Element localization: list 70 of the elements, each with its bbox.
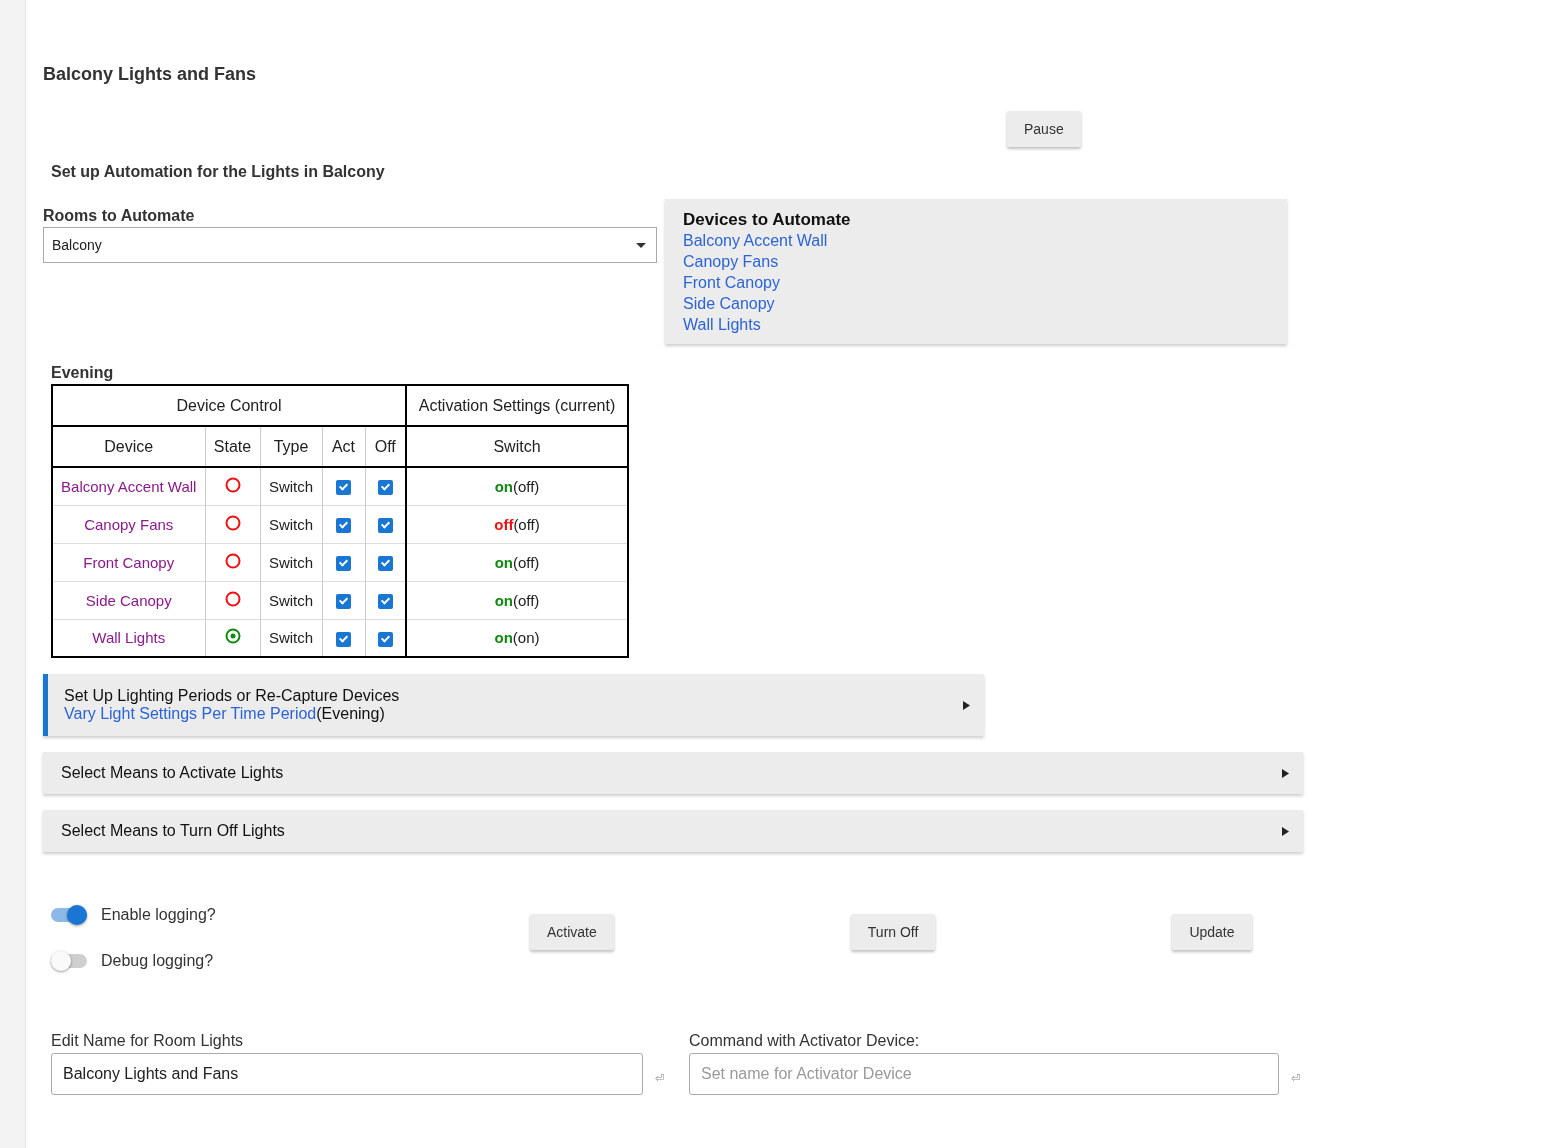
column-header: State bbox=[205, 426, 260, 467]
section-title: Select Means to Turn Off Lights bbox=[61, 822, 285, 840]
panel-title: Devices to Automate bbox=[683, 210, 852, 230]
collapsible-section[interactable]: Select Means to Activate Lights bbox=[43, 752, 1303, 794]
device-link[interactable]: Canopy Fans bbox=[683, 251, 779, 272]
section-heading: Set up Automation for the Lights in Balcony bbox=[51, 163, 386, 181]
section-title: Set Up Lighting Periods or Re-Capture Devices bbox=[64, 687, 400, 705]
table-cell: Switch bbox=[260, 581, 322, 619]
table-header: Activation Settings (current) bbox=[406, 385, 628, 426]
period-link[interactable]: Vary Light Settings Per Time Period bbox=[64, 705, 317, 722]
device-link[interactable]: Front Canopy bbox=[83, 553, 175, 571]
table-cell: Switch bbox=[260, 543, 322, 581]
table-cell: Switch bbox=[260, 467, 322, 505]
section-title: Select Means to Activate Lights bbox=[61, 764, 284, 782]
field-label: Rooms to Automate bbox=[43, 207, 196, 225]
field-label: Command with Activator Device: bbox=[689, 1032, 921, 1050]
collapsible-section[interactable]: Select Means to Turn Off Lights bbox=[43, 810, 1303, 852]
pause-button[interactable]: Pause bbox=[1007, 111, 1081, 147]
toggle-switch[interactable] bbox=[51, 954, 87, 968]
expand-triangle-icon bbox=[1282, 826, 1289, 836]
checkbox[interactable] bbox=[336, 593, 351, 609]
setting-text: on(off) bbox=[494, 477, 540, 495]
toggle-label: Enable logging? bbox=[101, 906, 216, 924]
device-link[interactable]: Balcony Accent Wall bbox=[61, 477, 197, 495]
table-cell: Switch bbox=[260, 619, 322, 657]
enter-mark: ⏎ bbox=[655, 1071, 664, 1085]
column-header: Device bbox=[52, 426, 205, 467]
checkbox[interactable] bbox=[377, 555, 393, 571]
action-button[interactable]: Update bbox=[1172, 914, 1252, 950]
column-header: Type bbox=[260, 426, 322, 467]
device-link[interactable]: Wall Lights bbox=[92, 629, 166, 647]
rooms-dropdown[interactable]: Balcony bbox=[43, 227, 657, 263]
device-link[interactable]: Wall Lights bbox=[683, 314, 761, 335]
action-button[interactable]: Turn Off bbox=[850, 914, 936, 950]
checkbox[interactable] bbox=[377, 480, 393, 495]
column-header: Act bbox=[322, 426, 365, 467]
section-subtitle: Vary Light Settings Per Time Period(Evening) bbox=[64, 705, 386, 723]
device-link[interactable]: Canopy Fans bbox=[84, 515, 174, 533]
page-title: Balcony Lights and Fans bbox=[43, 64, 258, 85]
setting-text: off(off) bbox=[494, 515, 540, 533]
checkbox[interactable] bbox=[377, 631, 393, 647]
checkbox[interactable] bbox=[336, 631, 351, 647]
setting-text: on(off) bbox=[494, 553, 540, 571]
column-header: Off bbox=[365, 426, 406, 467]
device-link[interactable]: Side Canopy bbox=[683, 293, 775, 314]
enter-mark: ⏎ bbox=[1291, 1071, 1300, 1085]
setting-text: on(on) bbox=[494, 629, 540, 647]
checkbox[interactable] bbox=[336, 555, 351, 571]
device-link[interactable]: Side Canopy bbox=[85, 591, 172, 609]
table-header: Device Control bbox=[52, 385, 406, 426]
toggle-switch[interactable] bbox=[51, 908, 87, 922]
checkbox[interactable] bbox=[377, 593, 393, 609]
text-input[interactable]: Balcony Lights and Fans bbox=[51, 1053, 643, 1095]
column-header: Switch bbox=[406, 426, 628, 467]
table-cell: Switch bbox=[260, 505, 322, 543]
device-link[interactable]: Front Canopy bbox=[683, 272, 780, 293]
text-input[interactable]: Set name for Activator Device bbox=[689, 1053, 1279, 1095]
setting-text: on(off) bbox=[494, 591, 540, 609]
period-label: Evening bbox=[51, 364, 115, 382]
device-link[interactable]: Balcony Accent Wall bbox=[683, 230, 828, 251]
field-label: Edit Name for Room Lights bbox=[51, 1032, 245, 1050]
toggle-label: Debug logging? bbox=[101, 952, 214, 970]
checkbox[interactable] bbox=[336, 517, 351, 533]
checkbox[interactable] bbox=[336, 480, 351, 495]
checkbox[interactable] bbox=[377, 517, 393, 533]
expand-triangle-icon bbox=[963, 700, 970, 710]
expand-triangle-icon bbox=[1282, 768, 1289, 778]
action-button[interactable]: Activate bbox=[530, 914, 614, 950]
collapsible-section[interactable]: Set Up Lighting Periods or Re-Capture Devices Vary Light Settings Per Time Period(Evening) bbox=[43, 674, 984, 736]
caret-icon bbox=[636, 242, 646, 248]
